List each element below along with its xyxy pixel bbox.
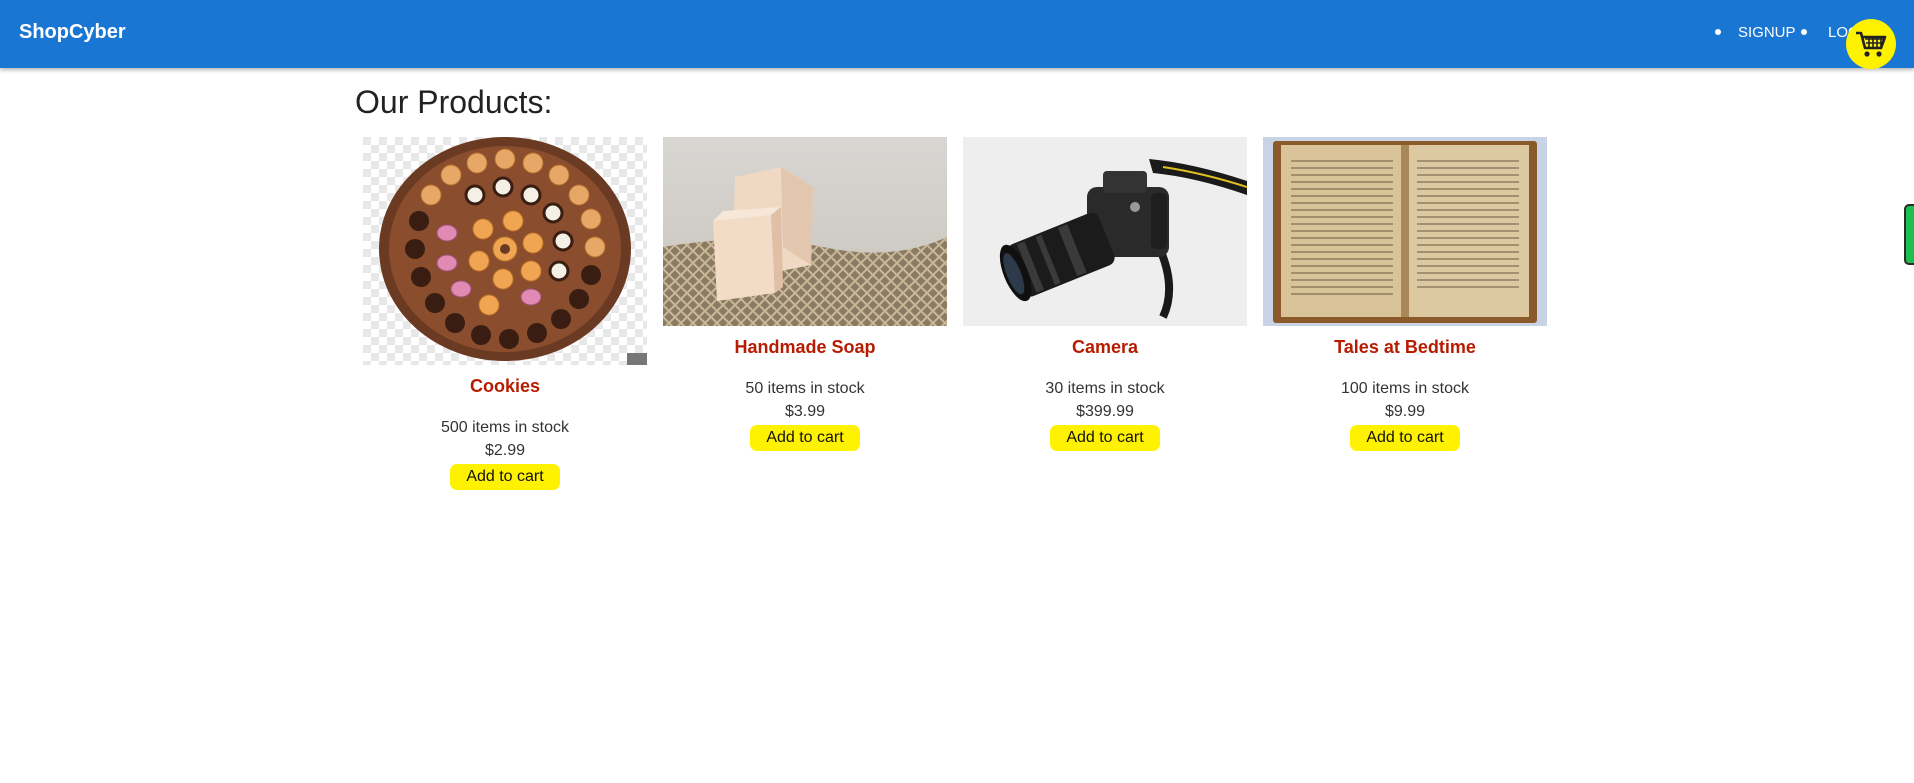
add-to-cart-button[interactable]: Add to cart xyxy=(1350,425,1460,451)
soap-bars-image[interactable] xyxy=(663,137,947,326)
product-price: $9.99 xyxy=(1384,403,1426,420)
bullet-icon xyxy=(1801,29,1807,35)
product-stock: 100 items in stock xyxy=(1340,380,1470,397)
dslr-camera-image[interactable] xyxy=(963,137,1247,326)
product-card: Camera 30 items in stock $399.99 Add to … xyxy=(963,137,1247,451)
product-card: Cookies 500 items in stock $2.99 Add to … xyxy=(363,137,647,490)
scrollbar-handle[interactable] xyxy=(1904,204,1914,265)
product-stock: 500 items in stock xyxy=(440,419,570,436)
add-to-cart-button[interactable]: Add to cart xyxy=(750,425,860,451)
product-title[interactable]: Camera xyxy=(963,337,1247,359)
product-price: $399.99 xyxy=(1076,403,1134,420)
brand-logo[interactable]: ShopCyber xyxy=(19,21,126,44)
page-title: Our Products: xyxy=(355,84,553,120)
product-stock: 30 items in stock xyxy=(1045,380,1165,397)
cart-button[interactable] xyxy=(1846,19,1896,69)
product-title[interactable]: Handmade Soap xyxy=(663,337,947,359)
product-title[interactable]: Cookies xyxy=(363,376,647,398)
open-book-image[interactable] xyxy=(1263,137,1547,326)
navbar: ShopCyber SIGNUP LOGIN xyxy=(0,0,1914,69)
add-to-cart-button[interactable]: Add to cart xyxy=(1050,425,1160,451)
shopping-cart-icon xyxy=(1856,31,1887,57)
cookie-platter-image[interactable] xyxy=(363,137,647,365)
signup-link[interactable]: SIGNUP xyxy=(1738,24,1796,41)
bullet-icon xyxy=(1715,29,1721,35)
product-price: $3.99 xyxy=(784,403,826,420)
product-card: Tales at Bedtime 100 items in stock $9.9… xyxy=(1263,137,1547,451)
product-card: Handmade Soap 50 items in stock $3.99 Ad… xyxy=(663,137,947,451)
product-stock: 50 items in stock xyxy=(745,380,865,397)
product-price: $2.99 xyxy=(484,442,526,459)
add-to-cart-button[interactable]: Add to cart xyxy=(450,464,560,490)
product-title[interactable]: Tales at Bedtime xyxy=(1263,337,1547,359)
